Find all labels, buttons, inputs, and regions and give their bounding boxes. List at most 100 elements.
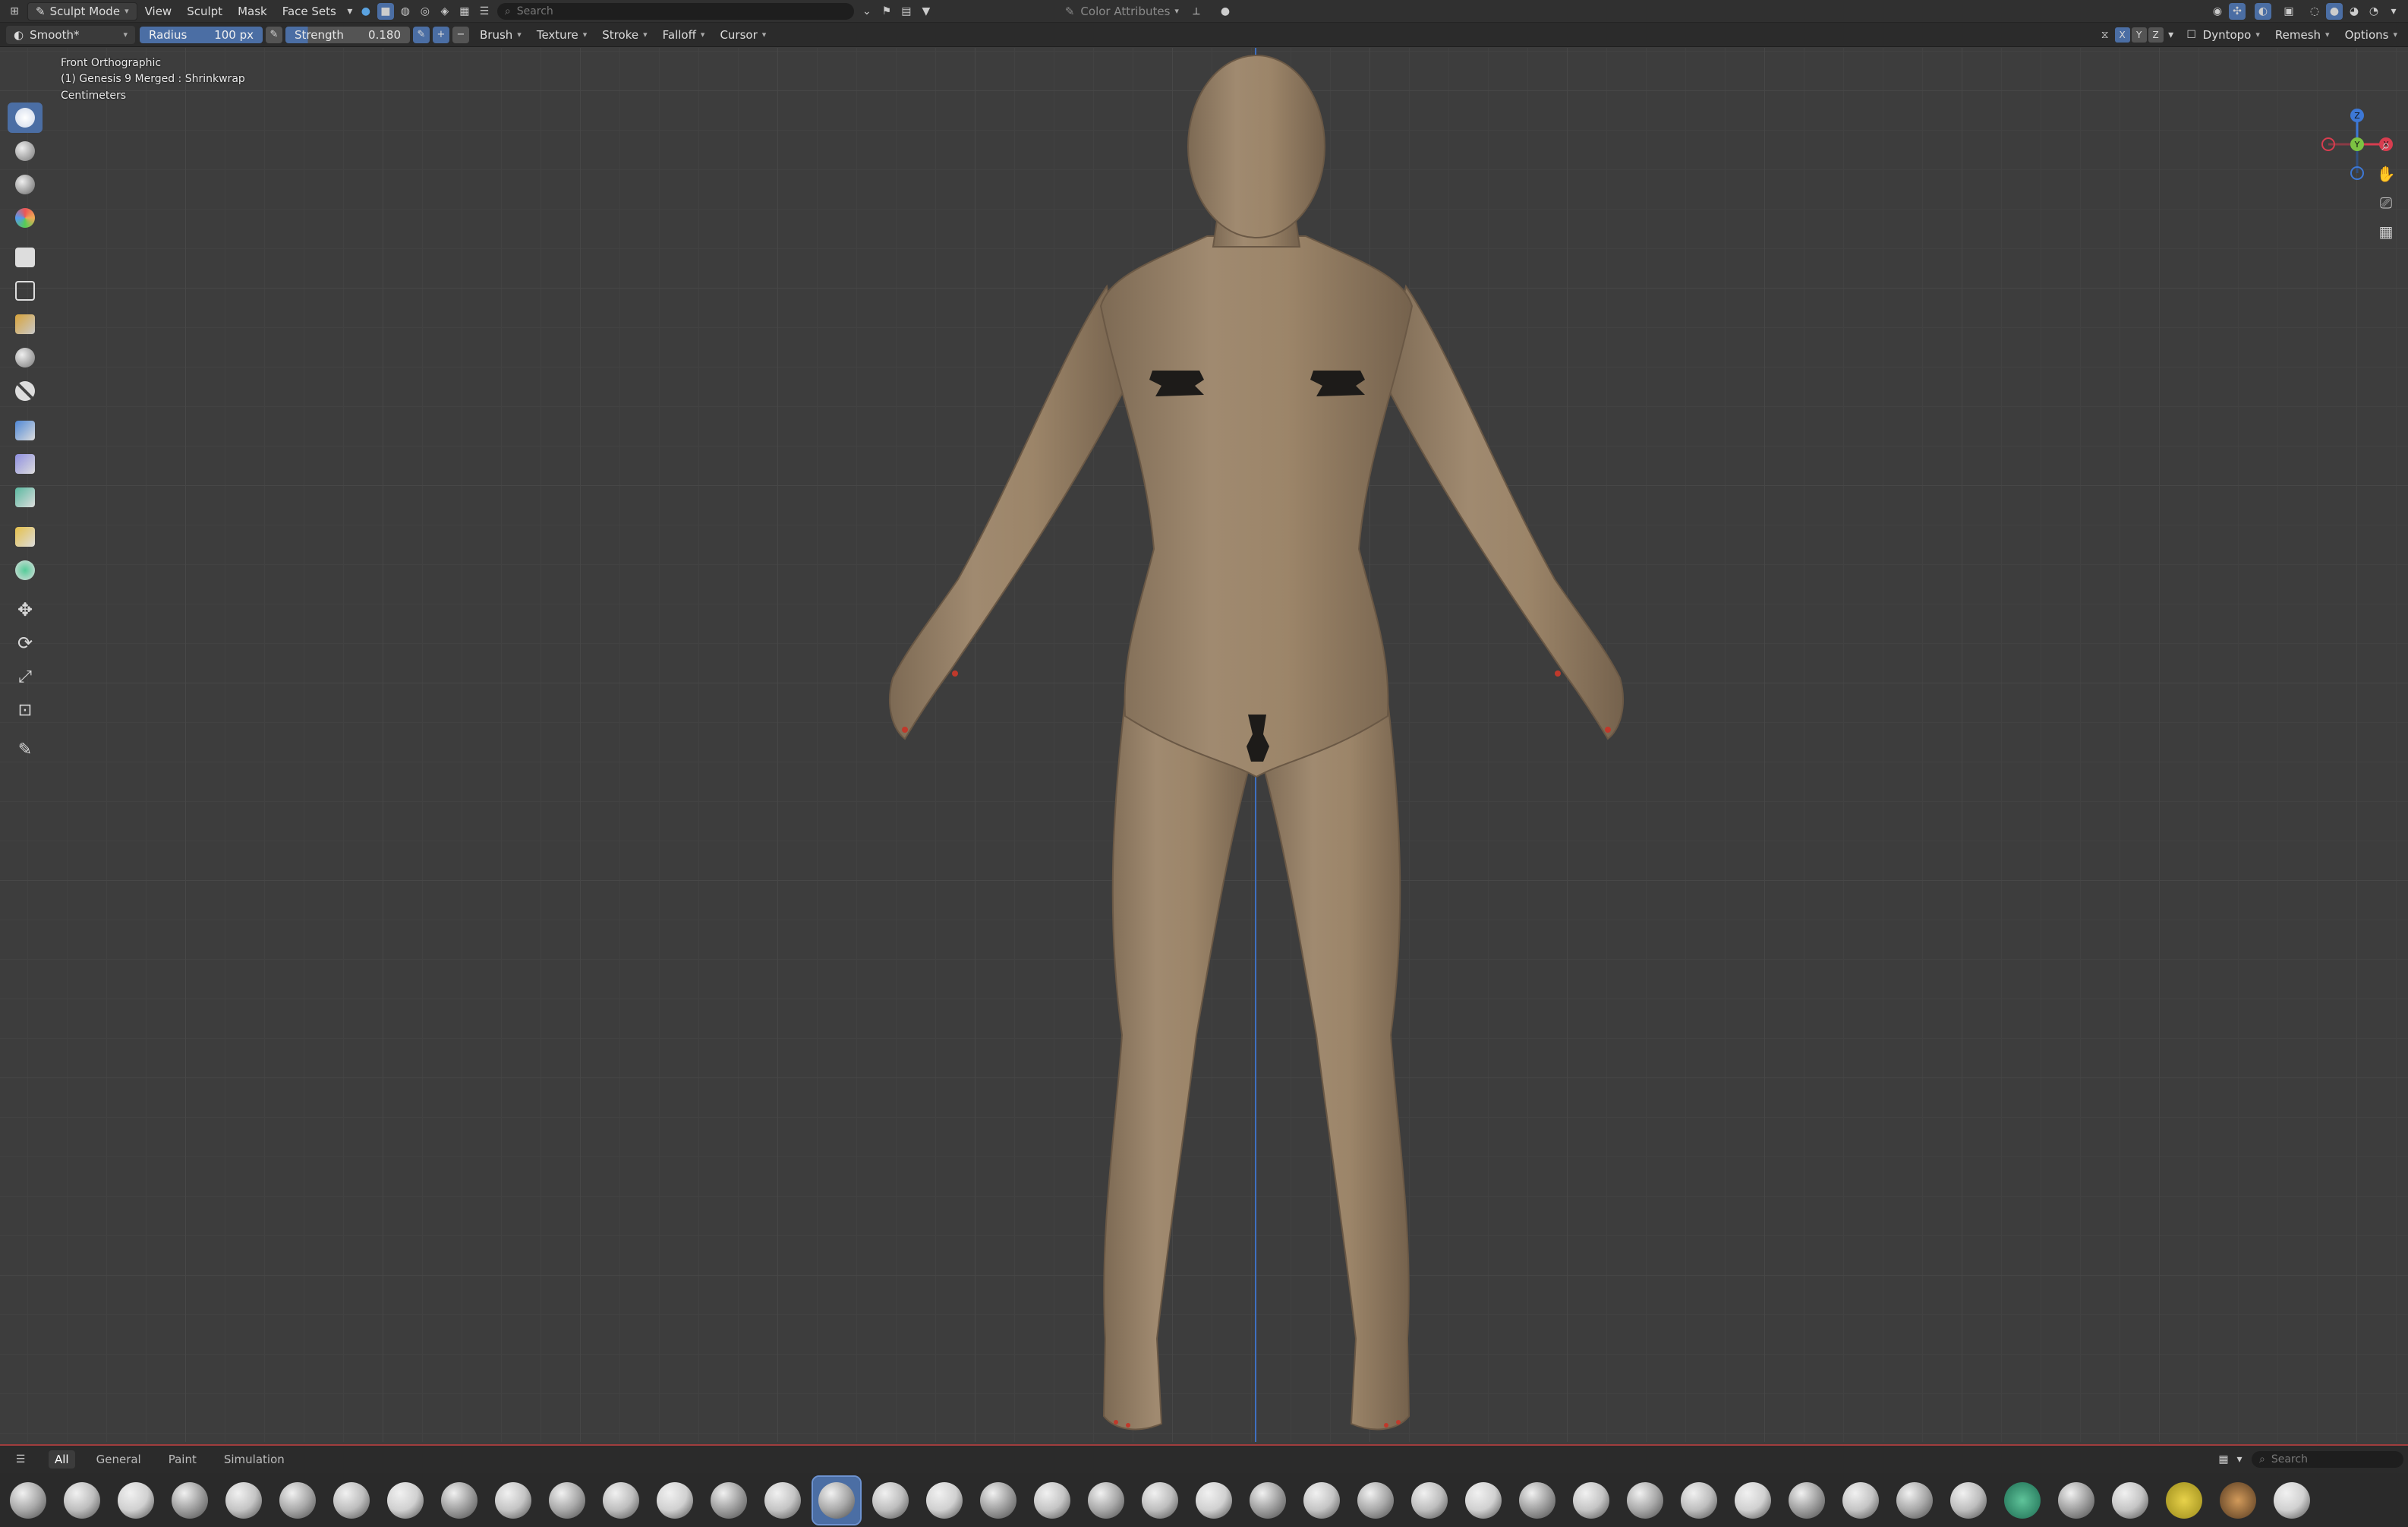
pressure-strength-icon[interactable]: ✎ — [413, 26, 430, 43]
brush-thumbnail[interactable] — [2268, 1477, 2315, 1524]
options-menu[interactable]: Options ▾ — [2337, 26, 2405, 44]
tab-all[interactable]: All — [49, 1450, 75, 1469]
zoom-icon[interactable]: ⌕ — [2373, 133, 2399, 157]
list-icon[interactable]: ☰ — [476, 3, 493, 20]
direction-add-button[interactable]: + — [433, 26, 449, 43]
tab-paint[interactable]: Paint — [162, 1450, 203, 1469]
smooth-icon[interactable]: ◎ — [417, 3, 433, 20]
brush-thumbnail[interactable] — [1675, 1477, 1722, 1524]
display-mode-icon[interactable]: ▤ — [898, 3, 915, 20]
axis-y-toggle[interactable]: Y — [2131, 27, 2147, 43]
brush-thumbnail[interactable] — [1406, 1477, 1453, 1524]
brush-thumbnail[interactable] — [490, 1477, 537, 1524]
brush-thumbnail[interactable] — [544, 1477, 591, 1524]
brush-thumbnail[interactable] — [58, 1477, 106, 1524]
axis-x-toggle[interactable]: X — [2114, 27, 2130, 43]
color-attributes-dropdown[interactable]: ✎ Color Attributes ▾ — [1057, 2, 1187, 21]
brush-thumbnail[interactable] — [1136, 1477, 1184, 1524]
filter-icon[interactable]: ▼ — [918, 3, 935, 20]
tool-edit-face-set[interactable] — [8, 522, 43, 552]
brush-thumbnail[interactable] — [5, 1477, 52, 1524]
tool-color-filter[interactable] — [8, 482, 43, 513]
brush-thumbnail[interactable] — [220, 1477, 267, 1524]
dyntopo-menu[interactable]: Dyntopo ▾ — [2202, 26, 2268, 44]
brush-thumbnail[interactable] — [112, 1477, 159, 1524]
mask-toggle-icon[interactable]: ■ — [377, 2, 394, 20]
dyntopo-checkbox[interactable]: ☐ — [2183, 27, 2200, 43]
tool-smear[interactable] — [8, 169, 43, 200]
brush-thumbnail[interactable] — [1029, 1477, 1076, 1524]
brush-thumbnail[interactable] — [1244, 1477, 1291, 1524]
strength-field[interactable]: Strength 0.180 — [285, 26, 410, 43]
grid-toggle-icon[interactable]: ▦ — [2373, 219, 2399, 244]
xray-icon[interactable]: ▣ — [2280, 3, 2297, 20]
visibility-icon[interactable]: ◉ — [2209, 3, 2226, 20]
tool-annotate[interactable]: ✎ — [8, 734, 43, 765]
stroke-menu[interactable]: Stroke ▾ — [594, 26, 654, 44]
cloth-icon[interactable]: ▦ — [456, 3, 473, 20]
pivot-icon[interactable]: ⟂ — [1188, 3, 1205, 20]
pan-hand-icon[interactable]: ✋ — [2373, 162, 2399, 186]
tool-color[interactable] — [8, 203, 43, 233]
3d-viewport[interactable]: Front Orthographic (1) Genesis 9 Merged … — [0, 48, 2408, 1442]
brush-thumbnail[interactable] — [1083, 1477, 1130, 1524]
tool-move[interactable]: ✥ — [8, 595, 43, 625]
chevron-down-icon[interactable]: ▾ — [345, 3, 355, 20]
overlays-icon[interactable]: ◐ — [2255, 2, 2271, 20]
brush-thumbnail[interactable] — [2214, 1477, 2261, 1524]
remesh-menu[interactable]: Remesh ▾ — [2268, 26, 2337, 44]
brush-thumbnail[interactable] — [382, 1477, 429, 1524]
menu-face-sets[interactable]: Face Sets — [275, 2, 344, 21]
brush-thumbnail[interactable] — [1190, 1477, 1237, 1524]
chevron-down-icon[interactable]: ▾ — [2167, 27, 2176, 43]
tool-mesh-filter[interactable] — [8, 415, 43, 446]
shading-material-icon[interactable]: ◕ — [2346, 3, 2362, 20]
axis-z-toggle[interactable]: Z — [2148, 27, 2164, 43]
brush-thumbnail[interactable] — [759, 1477, 806, 1524]
brush-thumbnail[interactable] — [2107, 1477, 2154, 1524]
brush-thumbnail[interactable] — [166, 1477, 213, 1524]
pressure-radius-icon[interactable]: ✎ — [266, 26, 282, 43]
radius-field[interactable]: Radius 100 px — [140, 26, 263, 43]
tool-scale[interactable]: ⤢ — [8, 661, 43, 692]
menu-mask[interactable]: Mask — [230, 2, 275, 21]
brush-thumbnail[interactable] — [1783, 1477, 1830, 1524]
falloff-menu[interactable]: Falloff ▾ — [655, 26, 713, 44]
brush-thumbnail[interactable] — [705, 1477, 752, 1524]
tool-line-project[interactable] — [8, 376, 43, 406]
brush-thumbnail[interactable] — [1945, 1477, 1992, 1524]
brush-thumbnail[interactable] — [1729, 1477, 1776, 1524]
header-search-input[interactable]: ⌕ Search — [496, 2, 854, 20]
brush-thumbnail[interactable] — [2161, 1477, 2208, 1524]
tool-rotate[interactable]: ⟳ — [8, 628, 43, 658]
brush-thumbnail[interactable] — [812, 1475, 862, 1525]
brush-thumbnail[interactable] — [1568, 1477, 1615, 1524]
menu-sculpt[interactable]: Sculpt — [179, 2, 230, 21]
gizmo-toggle-icon[interactable]: ✣ — [2229, 2, 2246, 20]
footer-search-input[interactable]: ⌕ Search — [2252, 1451, 2403, 1468]
brush-thumbnail[interactable] — [328, 1477, 375, 1524]
chevron-down-icon[interactable]: ▾ — [2385, 3, 2402, 20]
menu-view[interactable]: View — [137, 2, 180, 21]
symmetry-icon[interactable]: ⧖ — [2097, 27, 2113, 43]
brush-thumbnail[interactable] — [1352, 1477, 1399, 1524]
tool-transform[interactable]: ⊡ — [8, 695, 43, 725]
brush-selector[interactable]: ◐ Smooth* ▾ — [6, 25, 135, 44]
tab-simulation[interactable]: Simulation — [218, 1450, 291, 1469]
tool-mask-by-color[interactable] — [8, 555, 43, 585]
color-sphere-icon[interactable]: ● — [358, 3, 374, 20]
brush-thumbnail[interactable] — [1622, 1477, 1669, 1524]
tool-mask-box[interactable] — [8, 242, 43, 273]
brush-thumbnail[interactable] — [975, 1477, 1022, 1524]
sphere-icon[interactable]: ◍ — [397, 3, 414, 20]
brush-thumbnail[interactable] — [597, 1477, 645, 1524]
shading-rendered-icon[interactable]: ◔ — [2365, 3, 2382, 20]
editor-type-icon[interactable]: ⊞ — [6, 3, 23, 20]
tool-face-set[interactable] — [8, 309, 43, 339]
brush-thumbnail[interactable] — [1837, 1477, 1884, 1524]
brush-thumbnail[interactable] — [651, 1477, 698, 1524]
brush-thumbnail[interactable] — [274, 1477, 321, 1524]
brush-thumbnail[interactable] — [921, 1477, 968, 1524]
tool-paint[interactable] — [8, 136, 43, 166]
direction-subtract-button[interactable]: − — [452, 26, 469, 43]
